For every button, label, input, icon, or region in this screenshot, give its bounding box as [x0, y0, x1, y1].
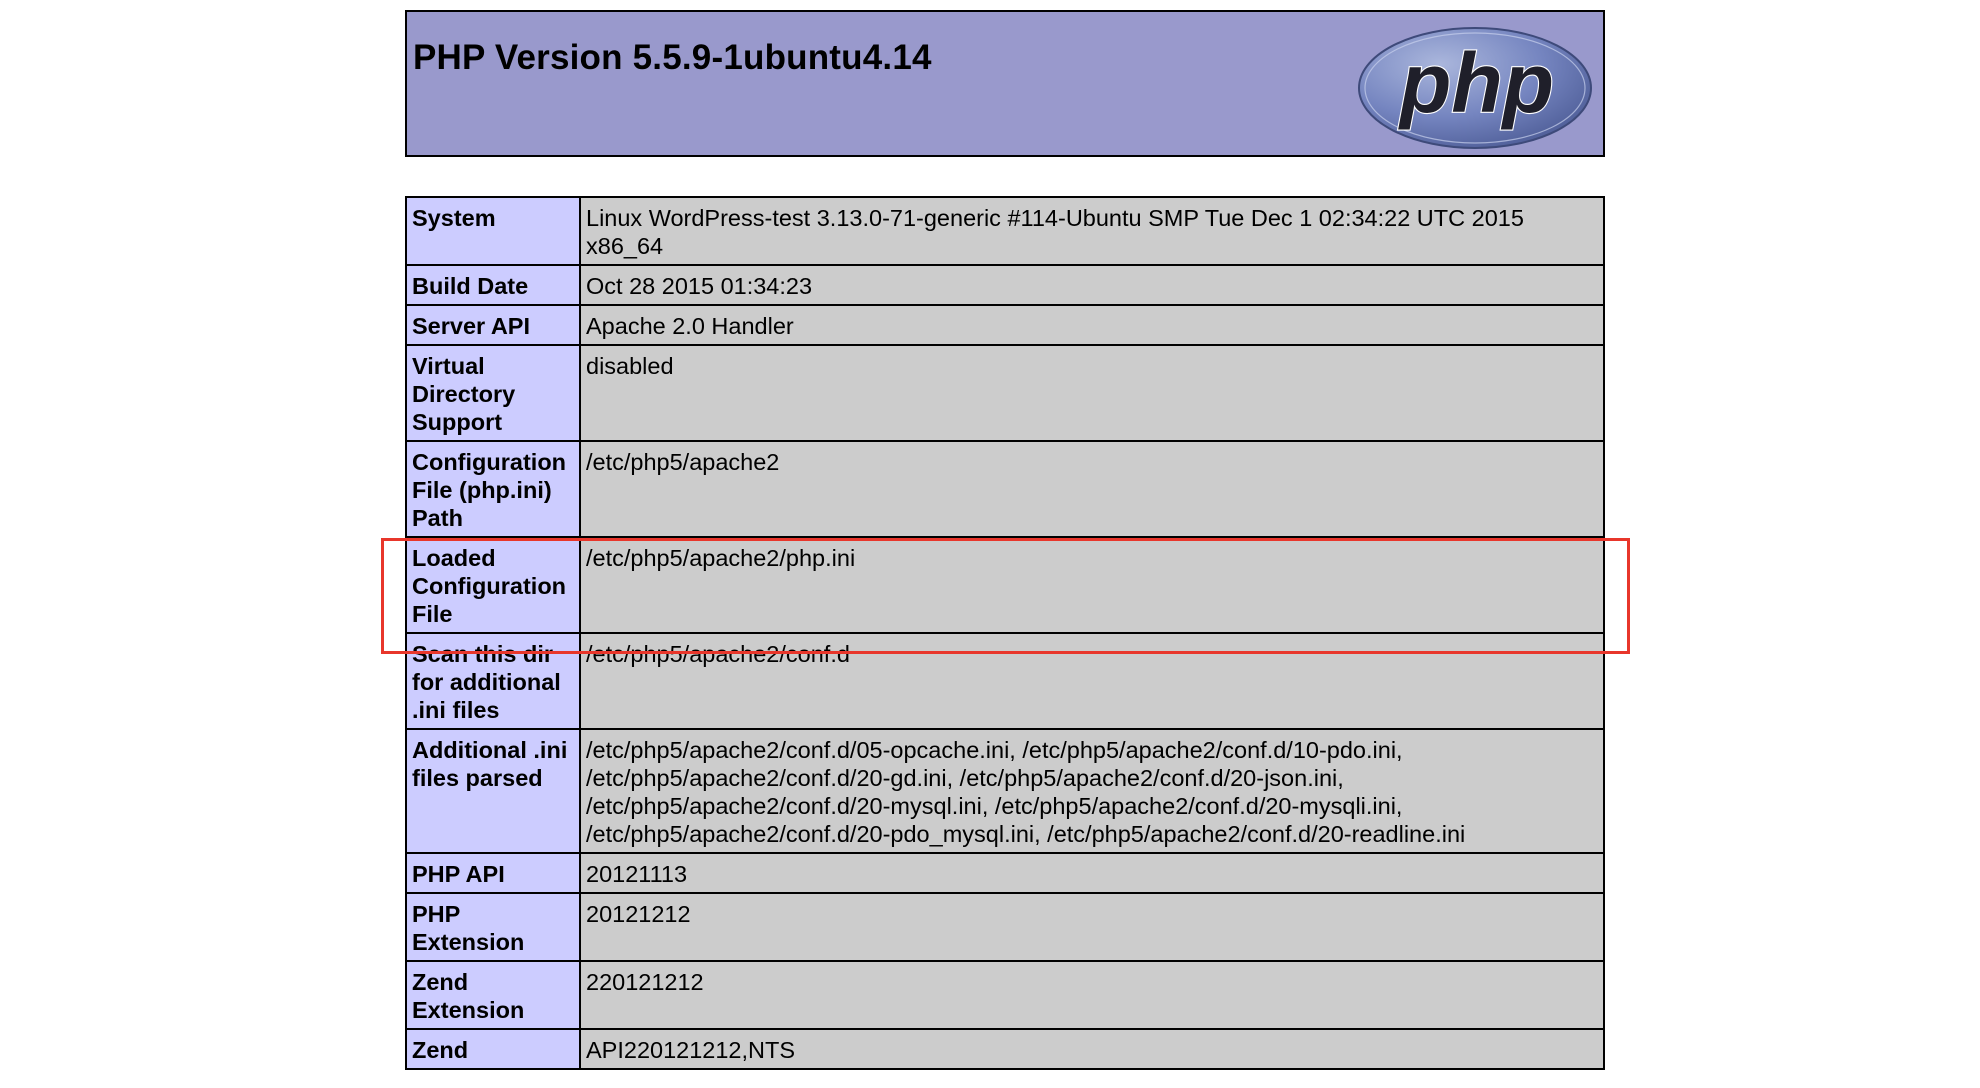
table-row: Additional .ini files parsed/etc/php5/ap…: [406, 729, 1604, 853]
php-logo-text: php: [1398, 36, 1554, 130]
row-key: Loaded Configuration File: [406, 537, 580, 633]
row-value: disabled: [580, 345, 1604, 441]
row-key: Server API: [406, 305, 580, 345]
phpinfo-header: PHP Version 5.5.9-1ubuntu4.14 php: [405, 10, 1605, 157]
table-row: Configuration File (php.ini) Path/etc/ph…: [406, 441, 1604, 537]
row-value: 220121212: [580, 961, 1604, 1029]
page-title: PHP Version 5.5.9-1ubuntu4.14: [413, 38, 932, 78]
table-row: Virtual Directory Supportdisabled: [406, 345, 1604, 441]
php-logo-icon: php: [1355, 24, 1595, 152]
table-row: PHP Extension20121212: [406, 893, 1604, 961]
row-value: /etc/php5/apache2/conf.d/05-opcache.ini,…: [580, 729, 1604, 853]
row-value: Linux WordPress-test 3.13.0-71-generic #…: [580, 197, 1604, 265]
row-key: Zend: [406, 1029, 580, 1069]
row-key: PHP Extension: [406, 893, 580, 961]
row-value: 20121113: [580, 853, 1604, 893]
row-key: Build Date: [406, 265, 580, 305]
table-row: Zend Extension220121212: [406, 961, 1604, 1029]
table-row: Server APIApache 2.0 Handler: [406, 305, 1604, 345]
phpinfo-page: PHP Version 5.5.9-1ubuntu4.14 php System…: [0, 0, 1980, 1088]
row-value: /etc/php5/apache2/php.ini: [580, 537, 1604, 633]
row-key: PHP API: [406, 853, 580, 893]
row-key: Additional .ini files parsed: [406, 729, 580, 853]
row-key: Zend Extension: [406, 961, 580, 1029]
row-value: Apache 2.0 Handler: [580, 305, 1604, 345]
table-row: Loaded Configuration File/etc/php5/apach…: [406, 537, 1604, 633]
row-value: 20121212: [580, 893, 1604, 961]
row-value: /etc/php5/apache2/conf.d: [580, 633, 1604, 729]
row-key: Virtual Directory Support: [406, 345, 580, 441]
php-info-table: SystemLinux WordPress-test 3.13.0-71-gen…: [405, 196, 1605, 1070]
row-value: /etc/php5/apache2: [580, 441, 1604, 537]
table-row: SystemLinux WordPress-test 3.13.0-71-gen…: [406, 197, 1604, 265]
table-row: PHP API20121113: [406, 853, 1604, 893]
table-row: Scan this dir for additional .ini files/…: [406, 633, 1604, 729]
table-row: Build DateOct 28 2015 01:34:23: [406, 265, 1604, 305]
table-row: ZendAPI220121212,NTS: [406, 1029, 1604, 1069]
row-key: Configuration File (php.ini) Path: [406, 441, 580, 537]
row-value: Oct 28 2015 01:34:23: [580, 265, 1604, 305]
row-value: API220121212,NTS: [580, 1029, 1604, 1069]
row-key: System: [406, 197, 580, 265]
row-key: Scan this dir for additional .ini files: [406, 633, 580, 729]
